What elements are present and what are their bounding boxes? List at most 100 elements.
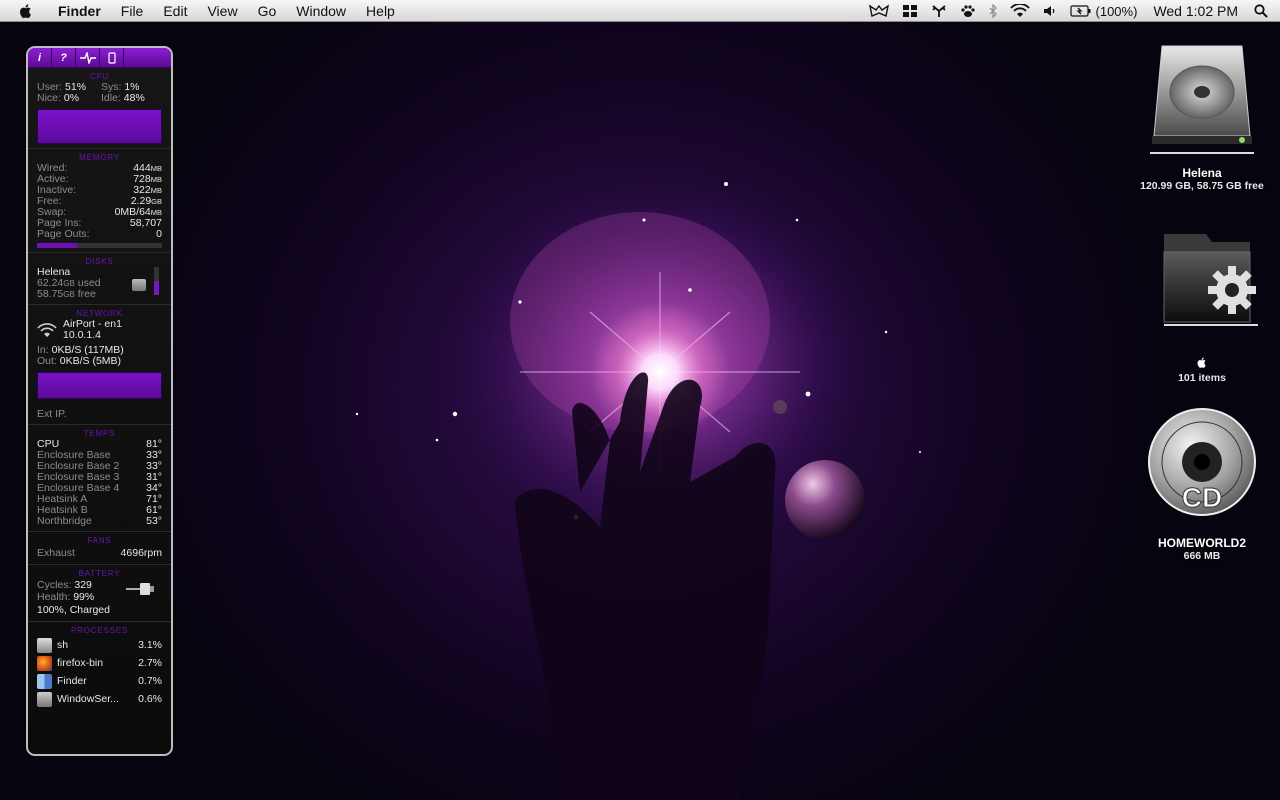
disks-title: DISKS xyxy=(85,257,114,266)
wifi-icon xyxy=(37,323,57,337)
script-icon xyxy=(37,637,52,653)
temp-row: Northbridge 53° xyxy=(37,516,162,527)
ext-ip-label: Ext IP. xyxy=(37,408,67,420)
spaces-icon[interactable] xyxy=(896,0,924,22)
disk-drive-icon xyxy=(132,279,146,291)
processes-section: PROCESSES sh 3.1% firefox-bin 2.7% Finder 0.7… xyxy=(28,622,171,712)
temps-rows: CPU 81° Enclosure Base 33° Enclosure Base 23… xyxy=(37,439,162,527)
battery-icon xyxy=(1069,5,1091,17)
apple-menu-icon[interactable] xyxy=(18,3,36,19)
battery-percent: (100%) xyxy=(1095,3,1138,19)
firefox-icon xyxy=(37,655,52,671)
hard-drive-icon xyxy=(1150,45,1254,154)
clock[interactable]: Wed 1:02 PM xyxy=(1143,0,1248,22)
fan-value: 4696rpm xyxy=(120,547,162,559)
desktop-icon-cd[interactable]: CD HOMEWORLD2 666 MB xyxy=(1132,406,1272,563)
menu-view[interactable]: View xyxy=(197,0,247,22)
memory-row-unit: MB xyxy=(150,164,162,173)
temp-value: 53° xyxy=(146,515,162,527)
memory-title: MEMORY xyxy=(79,153,120,162)
network-out-value: 0KB/S (5MB) xyxy=(59,355,122,367)
desktop-wallpaper xyxy=(355,162,921,800)
hard-drive-name: Helena xyxy=(1182,166,1222,180)
tab-help[interactable]: ? xyxy=(52,48,76,68)
processes-rows: sh 3.1% firefox-bin 2.7% Finder 0.7% WindowSer… xyxy=(37,636,162,708)
battery-health-label: Health: xyxy=(37,591,71,603)
memory-rows: Wired: 444MB Active: 728MB Inactive: 322MB Fre… xyxy=(37,163,162,240)
memory-row-label: Page Outs: xyxy=(37,228,90,240)
memory-row-unit: MB xyxy=(150,208,162,217)
pulse-icon xyxy=(79,52,96,64)
network-interface: AirPort - en1 10.0.1.4 xyxy=(37,319,162,341)
fan-row: Exhaust 4696rpm xyxy=(37,546,162,560)
network-out-label: Out: xyxy=(37,355,57,367)
network-section: NETWORK AirPort - en1 10.0.1.4 In: 0KB/S… xyxy=(28,305,171,425)
growl-icon[interactable] xyxy=(862,0,896,22)
disk-free-suffix: free xyxy=(77,288,96,300)
network-title: NETWORK xyxy=(76,309,123,318)
disk-usage-fill xyxy=(154,280,159,295)
cd-disc-icon: CD xyxy=(1148,408,1256,516)
wifi-icon[interactable] xyxy=(1004,0,1036,22)
battery-status[interactable]: (100%) xyxy=(1064,0,1144,22)
desktop-icon-hard-drive[interactable]: Helena 120.99 GB, 58.75 GB free xyxy=(1132,40,1272,193)
process-name: WindowSer... xyxy=(57,693,119,705)
cpu-nice-label: Nice: xyxy=(37,92,61,104)
app-icon xyxy=(37,691,52,707)
process-row: firefox-bin 2.7% xyxy=(37,654,162,672)
process-cpu: 2.7% xyxy=(138,657,162,669)
cpu-title: CPU xyxy=(89,72,110,81)
cpu-idle-value: 48% xyxy=(123,92,145,104)
cpu-graph xyxy=(37,109,162,144)
menu-window[interactable]: Window xyxy=(286,0,356,22)
battery-charge-status: 100%, Charged xyxy=(37,604,110,616)
spotlight-search-icon[interactable] xyxy=(1248,0,1280,22)
cd-info: 666 MB xyxy=(1183,550,1221,562)
phone-icon xyxy=(107,52,116,64)
memory-row: Page Outs: 0 xyxy=(37,229,162,240)
memory-usage-bar xyxy=(37,243,162,248)
process-row: sh 3.1% xyxy=(37,636,162,654)
istat-widget[interactable]: i ? CPU User: 51% Sys: 1% Nice: 0% Idle:… xyxy=(26,46,173,756)
process-cpu: 0.7% xyxy=(138,675,162,687)
tab-pulse[interactable] xyxy=(76,48,100,68)
antler-icon[interactable] xyxy=(924,0,954,22)
temps-title: TEMPS xyxy=(83,429,116,438)
disk-free-value: 58.75 xyxy=(37,288,64,300)
menu-go[interactable]: Go xyxy=(248,0,287,22)
menu-app-name[interactable]: Finder xyxy=(50,0,111,22)
battery-section: BATTERY Cycles: 329 Health: 99% 100%, Ch… xyxy=(28,565,171,622)
tab-info[interactable]: i xyxy=(28,48,52,68)
network-out: Out: 0KB/S (5MB) xyxy=(37,356,162,367)
battery-cycles-label: Cycles: xyxy=(37,579,72,591)
temps-section: TEMPS CPU 81° Enclosure Base 33° Enclosure B… xyxy=(28,425,171,532)
process-row: WindowSer... 0.6% xyxy=(37,690,162,708)
fan-label: Exhaust xyxy=(37,547,75,559)
cd-name: HOMEWORLD2 xyxy=(1158,536,1246,550)
processes-title: PROCESSES xyxy=(71,626,128,635)
volume-icon[interactable] xyxy=(1036,0,1064,22)
process-name: sh xyxy=(57,639,69,651)
folder-info: 101 items xyxy=(1178,372,1226,384)
cd-badge: CD xyxy=(1182,482,1222,513)
memory-row-value: 0 xyxy=(156,228,162,240)
disk-used-unit: GB xyxy=(63,279,75,288)
memory-section: MEMORY Wired: 444MB Active: 728MB Inactive: 3… xyxy=(28,149,171,253)
desktop-icon-folder[interactable]: 101 items xyxy=(1132,232,1272,385)
disk-usage-bar xyxy=(154,267,159,295)
menu-bar: Finder File Edit View Go Window Help (10… xyxy=(0,0,1280,22)
process-cpu: 3.1% xyxy=(138,639,162,651)
battery-title: BATTERY xyxy=(78,569,121,578)
disk-free-unit: GB xyxy=(63,290,75,299)
menu-edit[interactable]: Edit xyxy=(153,0,197,22)
paw-icon[interactable] xyxy=(954,0,982,22)
menu-file[interactable]: File xyxy=(111,0,154,22)
process-cpu: 0.6% xyxy=(138,693,162,705)
memory-row-unit: MB xyxy=(150,186,162,195)
tab-phone[interactable] xyxy=(100,48,124,68)
apple-logo-icon xyxy=(1132,356,1272,369)
menu-help[interactable]: Help xyxy=(356,0,405,22)
status-area: (100%) Wed 1:02 PM xyxy=(862,0,1280,22)
bluetooth-icon[interactable] xyxy=(982,0,1004,22)
widget-tabs: i ? xyxy=(28,48,171,68)
